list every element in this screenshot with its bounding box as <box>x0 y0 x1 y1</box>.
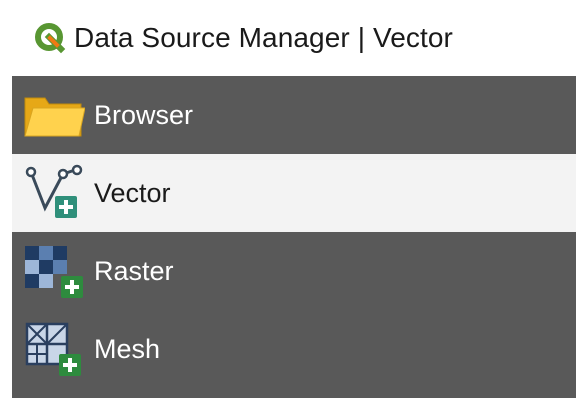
source-type-sidebar: Browser Vector Raster Mesh <box>12 76 576 398</box>
add-raster-layer-icon <box>20 241 88 301</box>
sidebar-item-label: Vector <box>94 177 171 208</box>
add-vector-layer-icon <box>20 163 88 223</box>
sidebar-item-mesh[interactable]: Mesh <box>12 310 576 388</box>
sidebar-item-raster[interactable]: Raster <box>12 232 576 310</box>
qgis-logo-icon <box>32 20 68 56</box>
sidebar-item-vector[interactable]: Vector <box>12 154 576 232</box>
add-mesh-layer-icon <box>20 319 88 379</box>
folder-icon <box>20 85 88 145</box>
window-left-edge <box>0 0 12 398</box>
window-title: Data Source Manager | Vector <box>74 22 453 53</box>
sidebar-item-label: Raster <box>94 255 174 286</box>
data-source-manager-window: Data Source Manager | Vector Browser Vec… <box>0 0 576 398</box>
sidebar-item-label: Browser <box>94 99 194 130</box>
title-bar: Data Source Manager | Vector <box>12 0 576 76</box>
sidebar-item-browser[interactable]: Browser <box>12 76 576 154</box>
sidebar-item-label: Mesh <box>94 333 161 364</box>
